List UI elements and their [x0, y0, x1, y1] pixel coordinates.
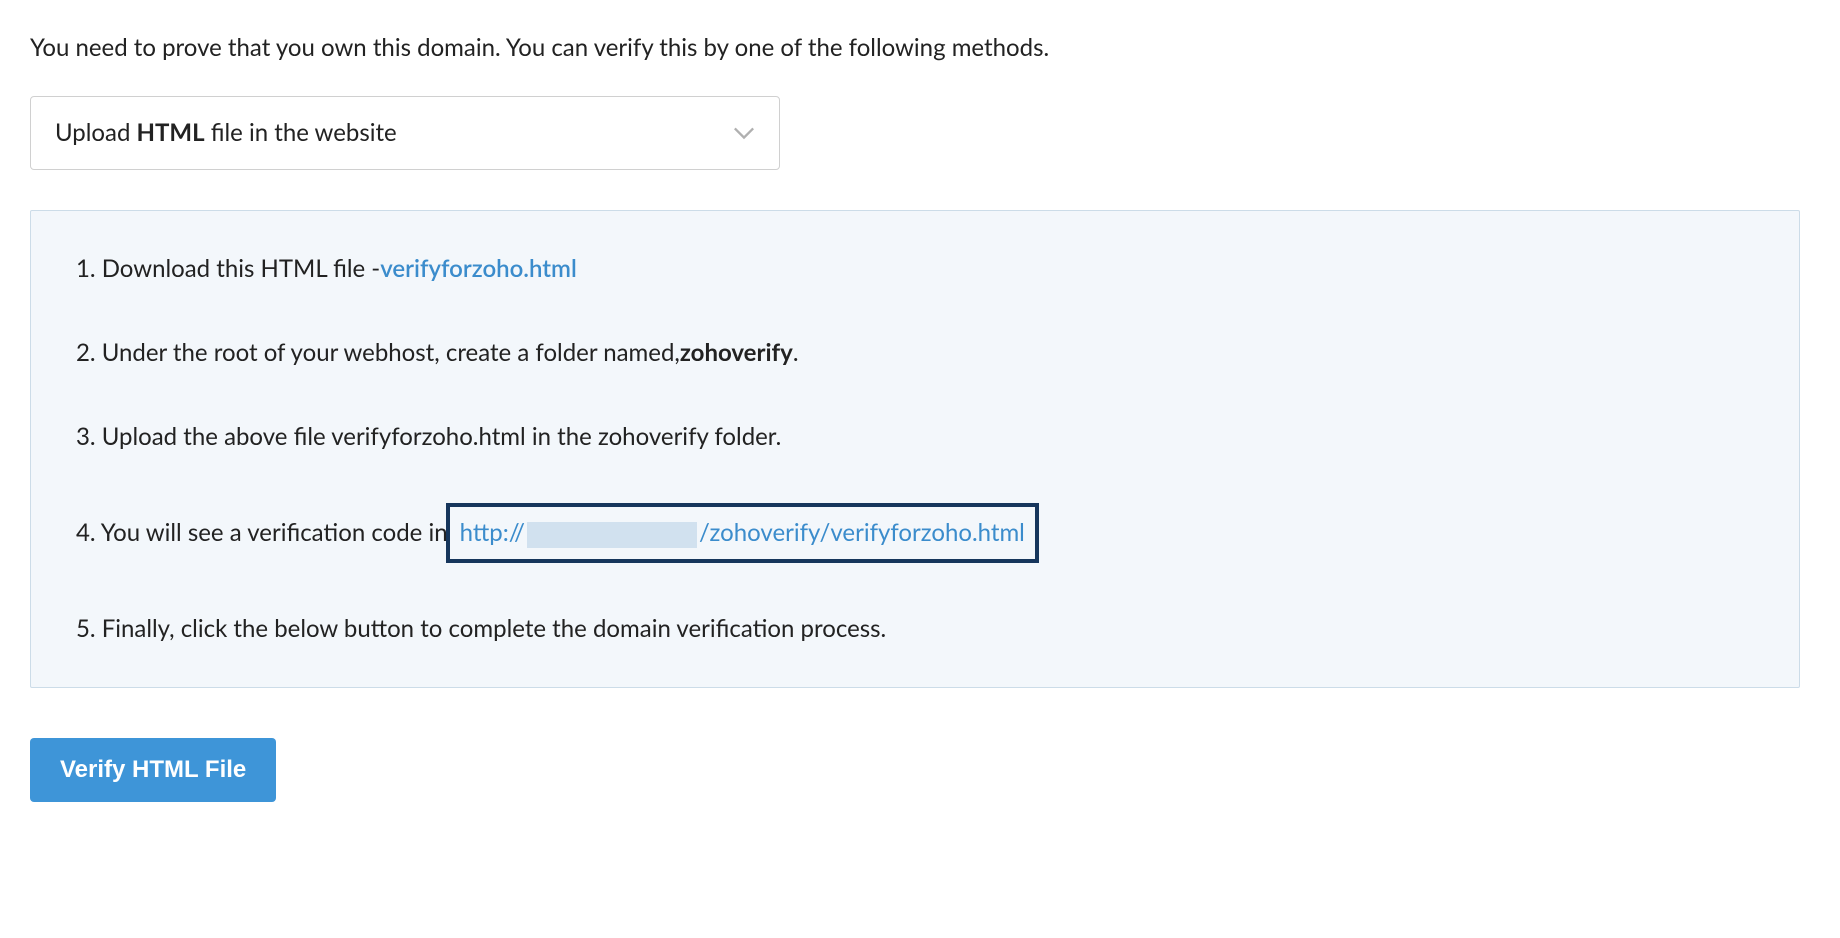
instruction-step-3: 3. Upload the above file verifyforzoho.h… — [76, 419, 1754, 455]
verification-url-link[interactable]: http:///zohoverify/verifyforzoho.html — [460, 515, 1025, 551]
instruction-step-1: 1. Download this HTML file - verifyforzo… — [76, 251, 1754, 287]
verify-html-file-button[interactable]: Verify HTML File — [30, 738, 276, 802]
step2-prefix: 2. Under the root of your webhost, creat… — [76, 335, 680, 371]
dropdown-label: Upload HTML file in the website — [55, 115, 397, 151]
verification-method-dropdown[interactable]: Upload HTML file in the website — [30, 96, 780, 170]
redacted-domain — [527, 522, 697, 548]
instruction-step-5: 5. Finally, click the below button to co… — [76, 611, 1754, 647]
step2-folder-name: zohoverify — [680, 335, 793, 371]
instructions-panel: 1. Download this HTML file - verifyforzo… — [30, 210, 1800, 688]
step2-suffix: . — [793, 335, 799, 371]
instruction-step-4: 4. You will see a verification code in h… — [76, 503, 1754, 563]
download-html-link[interactable]: verifyforzoho.html — [380, 251, 577, 287]
intro-text: You need to prove that you own this doma… — [30, 30, 1800, 66]
verification-url-box: http:///zohoverify/verifyforzoho.html — [446, 503, 1039, 563]
chevron-down-icon — [733, 126, 755, 140]
step4-prefix: 4. You will see a verification code in — [76, 515, 448, 551]
instruction-step-2: 2. Under the root of your webhost, creat… — [76, 335, 1754, 371]
step1-text: 1. Download this HTML file - — [76, 251, 380, 287]
